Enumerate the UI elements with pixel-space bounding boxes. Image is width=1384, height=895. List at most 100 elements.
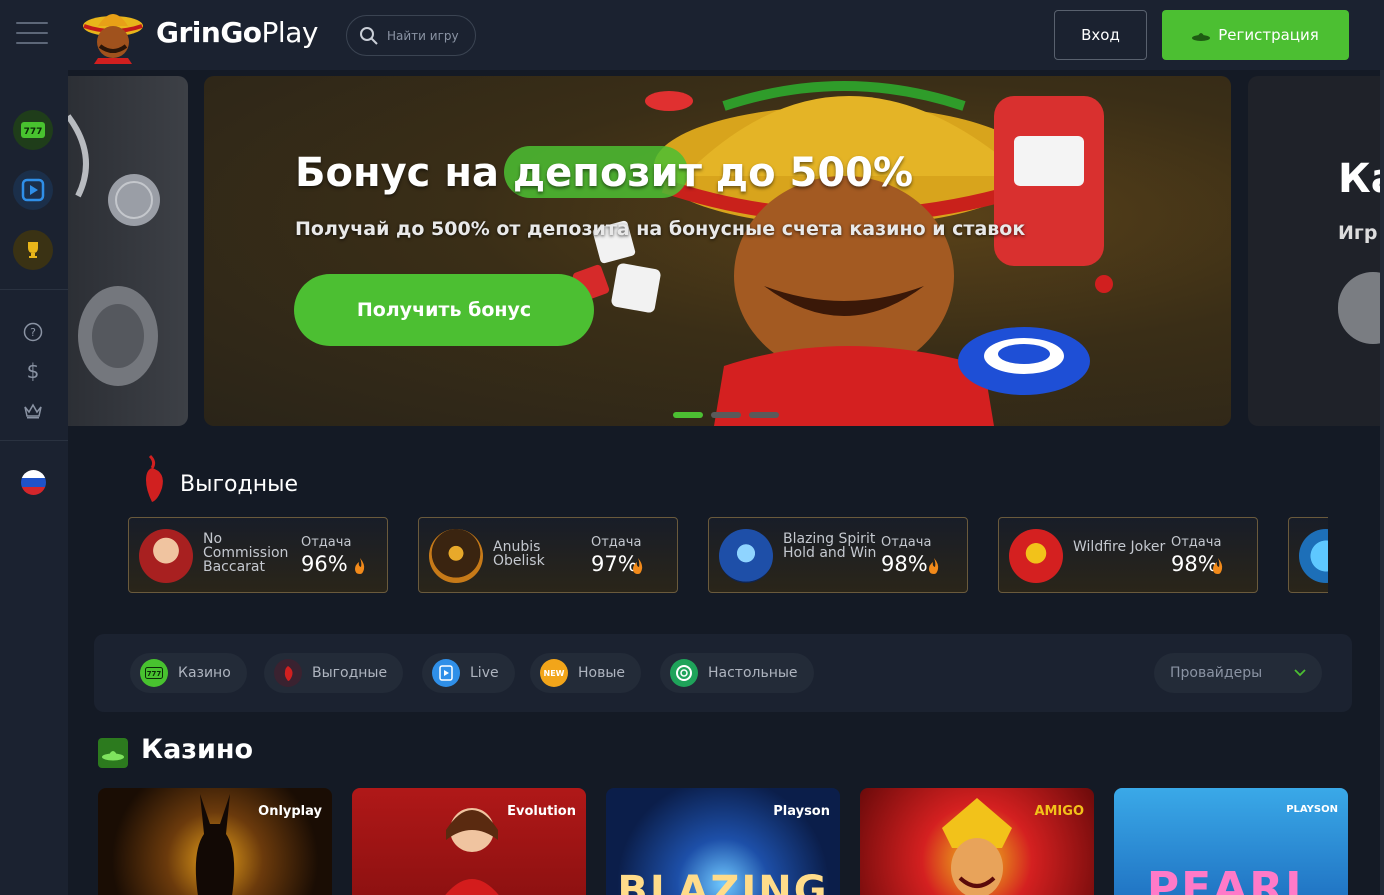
banner-title: Бонус на депозит до 500%	[295, 150, 914, 196]
game-thumb-baccarat	[139, 529, 193, 583]
game-tile[interactable]: PLAYSON PEARL	[1114, 788, 1348, 895]
next-slide-subtitle: Игр	[1338, 222, 1378, 244]
game-provider: Playson	[773, 804, 830, 819]
new-badge-icon: NEW	[540, 659, 568, 687]
next-slide-title: Ка	[1338, 156, 1380, 202]
game-tile[interactable]: Onlyplay	[98, 788, 332, 895]
search-input[interactable]	[387, 27, 471, 45]
roulette-icon	[670, 659, 698, 687]
carousel-dot-3[interactable]	[749, 412, 779, 418]
game-thumb-blazing-spirit	[719, 529, 773, 583]
banner-subtitle: Получай до 500% от депозита на бонусные …	[295, 218, 1026, 240]
return-label: Отдача	[301, 535, 352, 550]
game-name: Wildfire Joker	[1073, 539, 1166, 555]
return-value: 96%	[301, 552, 348, 576]
game-name: Blazing Spirit Hold and Win	[783, 531, 877, 561]
fire-icon	[355, 558, 365, 574]
tab-profitable[interactable]: Выгодные	[264, 653, 404, 693]
search-box[interactable]	[346, 15, 476, 56]
game-tile[interactable]: Playson BLAZING	[606, 788, 840, 895]
tab-label: Настольные	[708, 665, 798, 681]
game-provider: AMIGO	[1034, 804, 1084, 819]
game-name: No Commission Baccarat	[203, 531, 289, 575]
language-flag-icon[interactable]	[21, 470, 46, 495]
profitable-card-partial[interactable]	[1288, 517, 1328, 593]
sidebar: 777 ? $	[0, 70, 68, 895]
profitable-title: Выгодные	[180, 472, 298, 497]
fire-icon	[633, 558, 643, 574]
logo-light: Play	[261, 16, 319, 49]
page-scrollbar[interactable]	[1380, 70, 1384, 895]
main-content: Бонус на депозит до 500% Получай до 500%…	[68, 70, 1380, 895]
live-play-icon	[432, 659, 460, 687]
svg-text:777: 777	[24, 127, 43, 137]
return-label: Отдача	[1171, 535, 1222, 550]
profitable-card[interactable]: Wildfire Joker Отдача 98%	[998, 517, 1258, 593]
game-provider: Evolution	[507, 804, 576, 819]
game-provider: PLAYSON	[1286, 804, 1338, 815]
help-icon[interactable]: ?	[20, 319, 46, 345]
game-logo-text: BLAZING	[617, 868, 829, 895]
slot-777-icon[interactable]: 777	[13, 110, 53, 150]
tab-label: Live	[470, 665, 499, 681]
banner-main-slide[interactable]: Бонус на депозит до 500% Получай до 500%…	[204, 76, 1231, 426]
game-tile[interactable]: Evolution	[352, 788, 586, 895]
chevron-down-icon	[1294, 669, 1306, 677]
banner-prev-slide[interactable]	[68, 76, 188, 426]
tab-casino[interactable]: 777 Казино	[130, 653, 247, 693]
search-icon[interactable]	[359, 26, 379, 46]
fire-icon	[1213, 558, 1223, 574]
fire-icon	[929, 558, 939, 574]
carousel-dots	[673, 412, 779, 418]
profitable-card[interactable]: Anubis Obelisk Отдача 97%	[418, 517, 678, 593]
register-label: Регистрация	[1218, 26, 1319, 44]
logo-mascot-icon[interactable]	[80, 6, 146, 64]
carousel-dot-2[interactable]	[711, 412, 741, 418]
game-provider: Onlyplay	[258, 804, 322, 819]
return-label: Отдача	[591, 535, 642, 550]
logo-bold: GrinGo	[156, 16, 262, 49]
game-tile[interactable]: AMIGO	[860, 788, 1094, 895]
login-label: Вход	[1081, 26, 1120, 44]
chili-icon	[146, 454, 163, 502]
tab-live[interactable]: Live	[422, 653, 515, 693]
joker-art	[942, 798, 1012, 895]
game-thumb-anubis	[429, 529, 483, 583]
providers-dropdown[interactable]: Провайдеры	[1154, 653, 1322, 693]
svg-text:?: ?	[30, 326, 36, 339]
chili-icon	[274, 659, 302, 687]
live-play-icon[interactable]	[13, 170, 53, 210]
tab-label: Новые	[578, 665, 626, 681]
tab-label: Выгодные	[312, 665, 388, 681]
game-logo-text: PEARL	[1146, 863, 1316, 895]
register-button[interactable]: Регистрация	[1162, 10, 1349, 60]
anubis-art	[195, 794, 235, 895]
tab-label: Казино	[178, 665, 231, 681]
casino-section-title: Казино	[141, 734, 254, 765]
sombrero-icon	[98, 738, 128, 768]
dealer-art	[445, 808, 499, 895]
sombrero-icon	[1192, 33, 1211, 41]
profitable-card[interactable]: Blazing Spirit Hold and Win Отдача 98%	[708, 517, 968, 593]
slot-777-icon: 777	[140, 659, 168, 687]
logo-text[interactable]: GrinGoPlay	[156, 16, 318, 49]
get-bonus-button[interactable]: Получить бонус	[294, 274, 594, 346]
top-header: GrinGoPlay Вход Регистрация	[0, 0, 1384, 70]
crown-icon[interactable]	[20, 398, 46, 424]
providers-label: Провайдеры	[1170, 665, 1263, 681]
menu-icon[interactable]	[16, 20, 48, 46]
tab-new[interactable]: NEW Новые	[530, 653, 642, 693]
dollar-icon[interactable]: $	[20, 358, 46, 384]
game-thumb-pearl-ocean	[1299, 529, 1328, 583]
profitable-card[interactable]: No Commission Baccarat Отдача 96%	[128, 517, 388, 593]
get-bonus-label: Получить бонус	[356, 299, 532, 321]
carousel-dot-1[interactable]	[673, 412, 703, 418]
tab-table-games[interactable]: Настольные	[660, 653, 814, 693]
next-slide-button[interactable]	[1338, 272, 1380, 344]
svg-text:777: 777	[147, 670, 162, 678]
login-button[interactable]: Вход	[1054, 10, 1147, 60]
trophy-icon[interactable]	[13, 230, 53, 270]
return-label: Отдача	[881, 535, 932, 550]
category-tabs-bar: 777 Казино Выгодные Live NEW Новые Насто…	[94, 634, 1352, 712]
banner-next-slide[interactable]: Ка Игр	[1248, 76, 1380, 426]
